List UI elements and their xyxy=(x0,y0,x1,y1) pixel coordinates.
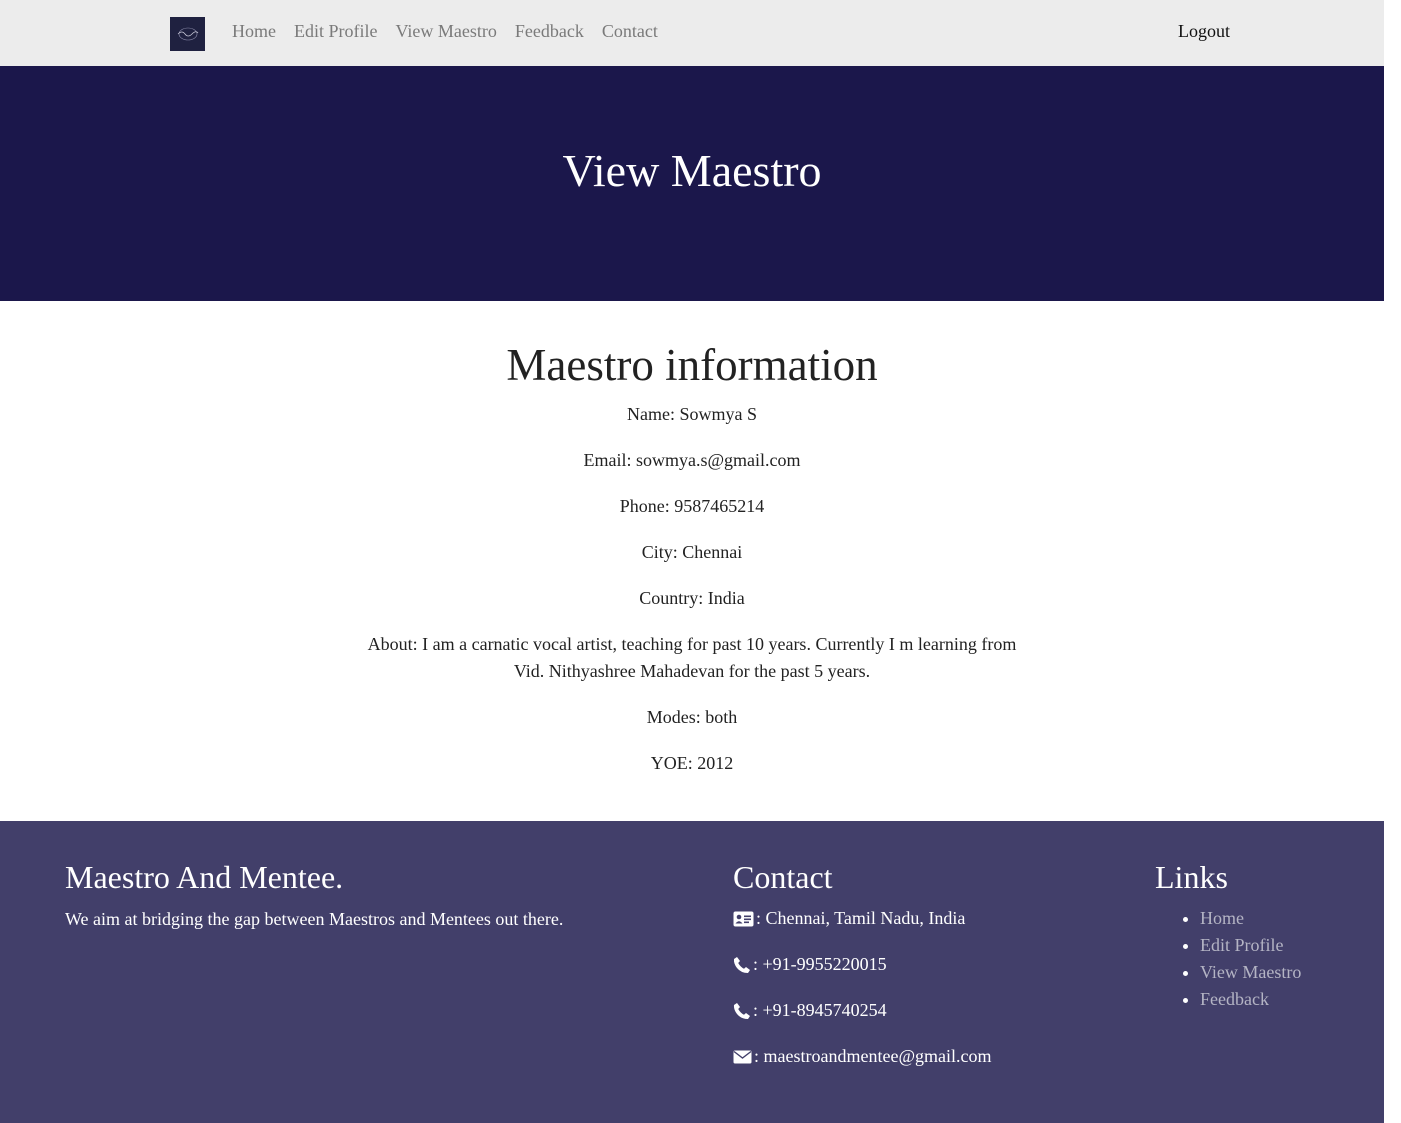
footer-about: Maestro And Mentee. We aim at bridging t… xyxy=(65,861,563,930)
contact-phone-1-text: : +91-9955220015 xyxy=(753,954,887,974)
navbar: Home Edit Profile View Maestro Feedback … xyxy=(0,0,1384,66)
info-list: Name: Sowmya S Email: sowmya.s@gmail.com… xyxy=(0,401,1384,777)
contact-email-text: : maestroandmentee@gmail.com xyxy=(754,1046,992,1066)
footer-link-item: Home xyxy=(1200,905,1301,932)
nav-item-edit-profile[interactable]: Edit Profile xyxy=(294,21,378,42)
nav-item-view-maestro[interactable]: View Maestro xyxy=(396,21,497,42)
footer-contact: Contact : Chennai, Tamil Nadu, India : +… xyxy=(733,861,992,1070)
footer-link-home[interactable]: Home xyxy=(1200,908,1244,928)
address-card-icon xyxy=(733,911,754,926)
logo-script-icon xyxy=(177,27,198,41)
info-email: Email: sowmya.s@gmail.com xyxy=(583,450,801,470)
footer-link-item: View Maestro xyxy=(1200,959,1301,986)
footer-links-title: Links xyxy=(1155,859,1228,895)
footer-about-title: Maestro And Mentee. xyxy=(65,859,344,895)
footer-link-item: Edit Profile xyxy=(1200,932,1301,959)
maestro-info-section: Maestro information Name: Sowmya S Email… xyxy=(0,301,1384,821)
info-country: Country: India xyxy=(639,588,745,608)
page-title: View Maestro xyxy=(562,145,822,196)
brand-logo-icon[interactable] xyxy=(170,17,205,51)
info-phone: Phone: 9587465214 xyxy=(619,496,765,516)
info-city: City: Chennai xyxy=(641,542,743,562)
footer-about-text: We aim at bridging the gap between Maest… xyxy=(65,909,564,929)
section-heading: Maestro information xyxy=(506,340,878,390)
nav-item-contact[interactable]: Contact xyxy=(602,21,658,42)
footer-links-list: Home Edit Profile View Maestro Feedback xyxy=(1155,905,1301,1013)
footer-link-view-maestro[interactable]: View Maestro xyxy=(1200,962,1301,982)
nav-item-home[interactable]: Home xyxy=(232,21,276,42)
phone-icon xyxy=(733,1002,750,1019)
phone-icon xyxy=(733,956,750,973)
info-about: About: I am a carnatic vocal artist, tea… xyxy=(367,634,1017,681)
page: Home Edit Profile View Maestro Feedback … xyxy=(0,0,1384,1123)
hero-banner: View Maestro xyxy=(0,66,1384,301)
nav-links: Home Edit Profile View Maestro Feedback … xyxy=(232,21,658,42)
logout-link[interactable]: Logout xyxy=(1178,21,1230,42)
contact-phone-2-text: : +91-8945740254 xyxy=(753,1000,887,1020)
footer-contact-title: Contact xyxy=(733,859,833,895)
envelope-icon xyxy=(733,1050,752,1063)
info-yoe: YOE: 2012 xyxy=(650,753,734,773)
info-name: Name: Sowmya S xyxy=(627,404,757,424)
footer-link-feedback[interactable]: Feedback xyxy=(1200,989,1269,1009)
footer-link-edit-profile[interactable]: Edit Profile xyxy=(1200,935,1284,955)
contact-phone-1: : +91-9955220015 xyxy=(733,951,992,978)
footer-links: Links Home Edit Profile View Maestro Fee… xyxy=(1155,861,1301,1013)
footer: Maestro And Mentee. We aim at bridging t… xyxy=(0,821,1384,1123)
footer-link-item: Feedback xyxy=(1200,986,1301,1013)
nav-item-feedback[interactable]: Feedback xyxy=(515,21,584,42)
contact-address: : Chennai, Tamil Nadu, India xyxy=(733,905,992,932)
contact-address-text: : Chennai, Tamil Nadu, India xyxy=(756,908,966,928)
info-modes: Modes: both xyxy=(646,707,738,727)
contact-email: : maestroandmentee@gmail.com xyxy=(733,1043,992,1070)
contact-phone-2: : +91-8945740254 xyxy=(733,997,992,1024)
